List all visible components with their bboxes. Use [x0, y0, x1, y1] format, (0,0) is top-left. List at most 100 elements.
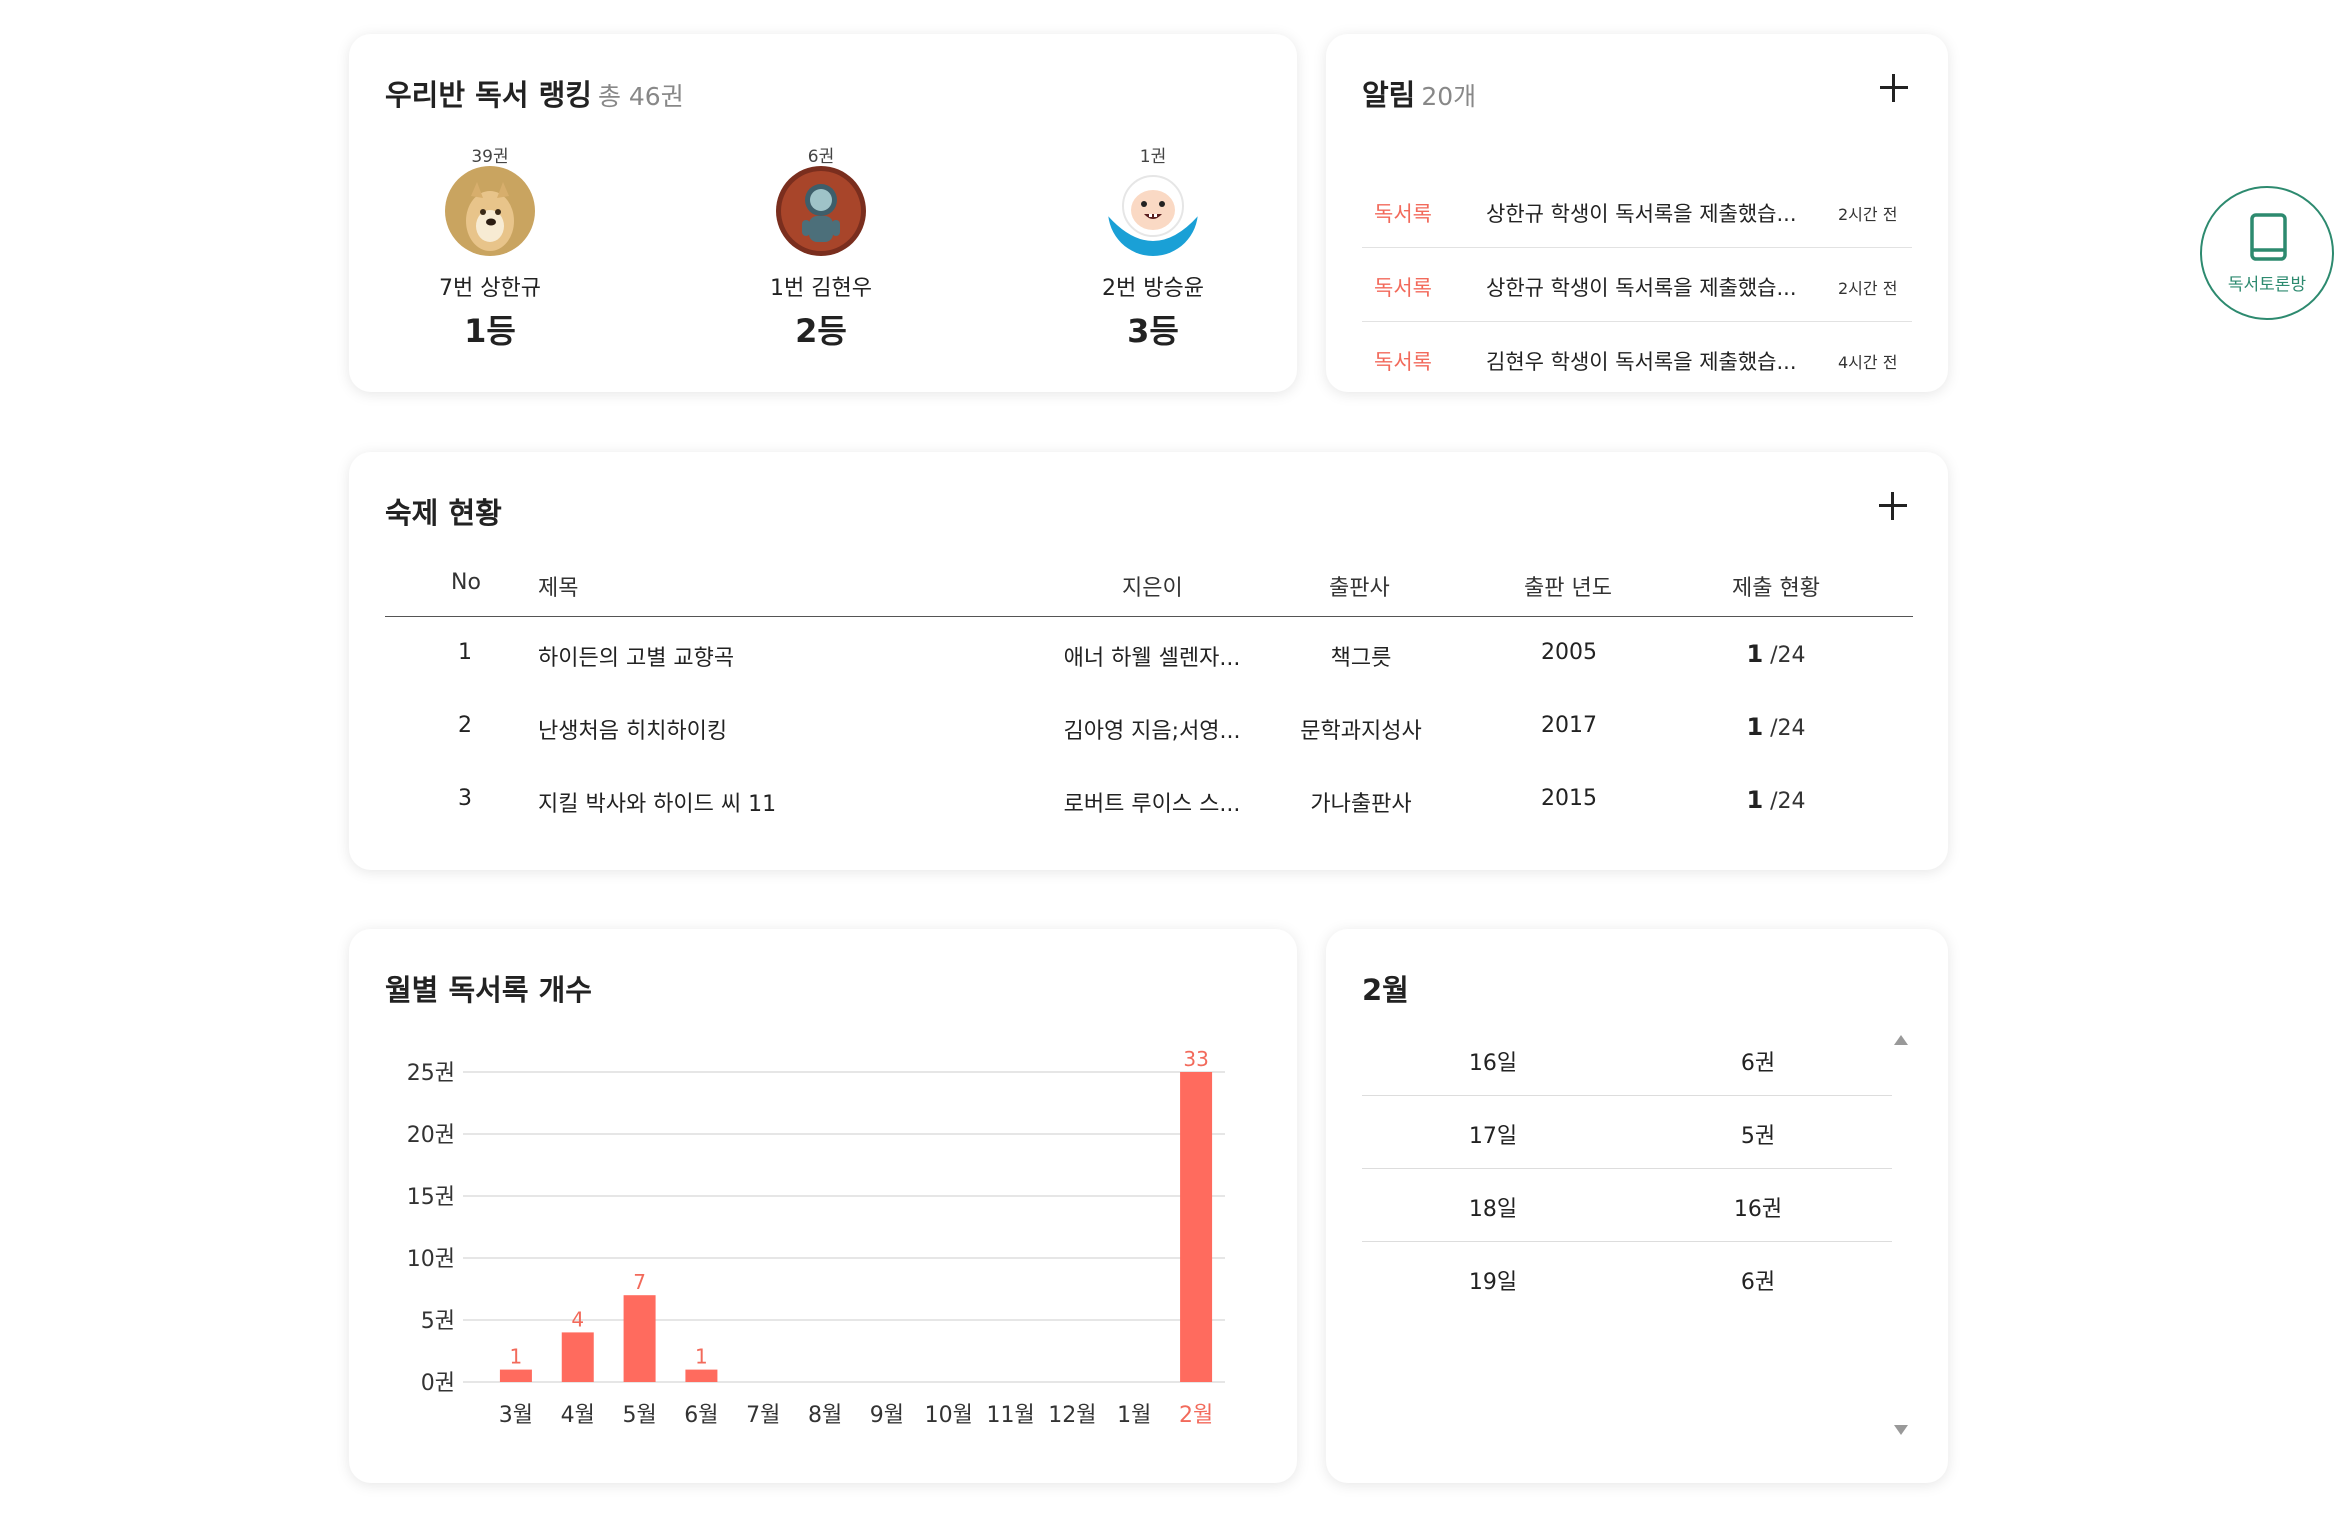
bar-data-label: 4 [571, 1307, 584, 1331]
x-tick-label: 3월 [499, 1403, 533, 1428]
ranking-title: 우리반 독서 랭킹 총 46권 [385, 72, 684, 114]
rank-place: 3등 [1127, 312, 1179, 350]
notifications-card: 알림 20개 독서록 상한규 학생이 독서록을 제출했습... 2시간 전 독서록… [1326, 34, 1948, 392]
day-label: 17일 [1468, 1124, 1518, 1149]
chart-bar [1180, 1072, 1213, 1382]
day-count: 5권 [1740, 1124, 1776, 1149]
x-tick-label: 12월 [1048, 1403, 1096, 1428]
total-count: /24 [1770, 789, 1806, 814]
row-year: 2017 [1541, 713, 1597, 738]
x-tick-label: 5월 [622, 1403, 656, 1428]
row-no: 1 [458, 640, 472, 665]
total-count: /24 [1770, 716, 1806, 741]
x-tick-label: 11월 [986, 1403, 1034, 1428]
list-item: 18일 16권 [1362, 1169, 1892, 1242]
x-tick-label: 4월 [561, 1403, 595, 1428]
astronaut-avatar-icon [776, 166, 866, 256]
scroll-up-arrow-icon[interactable] [1893, 1033, 1909, 1047]
row-author: 로버트 루이스 스... [1063, 792, 1241, 817]
col-header-status: 제출 현황 [1732, 576, 1820, 601]
col-header-author: 지은이 [1122, 576, 1183, 601]
notification-text: 상한규 학생이 독서록을 제출했습... [1486, 276, 1797, 300]
col-header-title: 제목 [538, 576, 579, 601]
notification-text: 김현우 학생이 독서록을 제출했습... [1486, 350, 1797, 374]
notification-time: 2시간 전 [1838, 205, 1898, 224]
y-tick-label: 0권 [421, 1371, 455, 1396]
cartoon-face-avatar-icon [1108, 166, 1198, 256]
bar-data-label: 1 [695, 1345, 708, 1369]
notifications-title: 알림 20개 [1362, 72, 1476, 114]
row-submission: 1 /24 [1746, 713, 1805, 741]
rank-entry-1[interactable]: 39권 7번 상한규 1등 [380, 142, 600, 352]
row-year: 2005 [1541, 640, 1597, 665]
add-notification-button[interactable] [1876, 70, 1912, 106]
row-publisher: 문학과지성사 [1300, 719, 1422, 744]
dog-avatar-icon [445, 166, 535, 256]
chart-bar [623, 1295, 656, 1382]
row-publisher: 가나출판사 [1310, 792, 1412, 817]
notifications-title-text: 알림 [1362, 78, 1416, 112]
row-author: 김아영 지음;서영... [1063, 719, 1241, 744]
notification-item[interactable]: 독서록 김현우 학생이 독서록을 제출했습... 4시간 전 [1362, 322, 1912, 396]
bar-data-label: 7 [633, 1270, 646, 1294]
rank-count: 39권 [471, 147, 509, 167]
day-count: 6권 [1740, 1270, 1776, 1295]
col-header-year: 출판 년도 [1524, 576, 1612, 601]
rank-count: 6권 [807, 147, 835, 167]
scroll-down-arrow-icon[interactable] [1893, 1423, 1909, 1437]
submitted-count: 1 [1746, 786, 1764, 814]
day-count: 6권 [1740, 1051, 1776, 1076]
monthly-bar-chart: 0권 5권 10권 15권 20권 25권 1 3월 4 4월 7 5월 1 6월 7월 8월 9월 10월 11월… [407, 1047, 1225, 1428]
notification-time: 2시간 전 [1838, 279, 1898, 298]
chart-bar [685, 1369, 718, 1382]
rank-place: 1등 [464, 312, 516, 350]
day-label: 16일 [1468, 1051, 1518, 1076]
list-item: 16일 6권 [1362, 1023, 1892, 1096]
notification-item[interactable]: 독서록 상한규 학생이 독서록을 제출했습... 2시간 전 [1362, 248, 1912, 322]
table-row[interactable]: 2 난생처음 히치하이킹 김아영 지음;서영... 문학과지성사 2017 1 … [385, 691, 1913, 764]
homework-title: 숙제 현황 [385, 496, 502, 530]
col-header-publisher: 출판사 [1329, 576, 1390, 601]
table-row[interactable]: 3 지킬 박사와 하이드 씨 11 로버트 루이스 스... 가나출판사 201… [385, 764, 1913, 837]
rank-name: 7번 상한규 [439, 276, 541, 301]
x-tick-label: 6월 [684, 1403, 718, 1428]
day-label: 18일 [1468, 1197, 1518, 1222]
y-tick-label: 15권 [407, 1185, 455, 1210]
rank-entry-3[interactable]: 1권 2번 방승윤 3등 [1043, 142, 1263, 352]
list-item: 19일 6권 [1362, 1242, 1892, 1315]
submitted-count: 1 [1746, 640, 1764, 668]
rank-place: 2등 [795, 312, 847, 350]
add-homework-button[interactable] [1875, 488, 1911, 524]
row-publisher: 책그릇 [1330, 646, 1392, 671]
book-icon [2250, 213, 2287, 261]
rank-name: 1번 김현우 [770, 276, 872, 301]
row-title: 하이든의 고별 교향곡 [538, 646, 735, 671]
notification-item[interactable]: 독서록 상한규 학생이 독서록을 제출했습... 2시간 전 [1362, 174, 1912, 248]
row-author: 애너 하웰 셀렌자... [1063, 646, 1241, 671]
table-row[interactable]: 1 하이든의 고별 교향곡 애너 하웰 셀렌자... 책그릇 2005 1 /2… [385, 618, 1913, 691]
rank-entry-2[interactable]: 6권 1번 김현우 2등 [711, 142, 931, 352]
x-tick-label: 9월 [870, 1403, 904, 1428]
row-submission: 1 /24 [1746, 640, 1805, 668]
y-tick-label: 10권 [407, 1247, 455, 1272]
rank-name: 2번 방승윤 [1102, 276, 1204, 301]
x-tick-label: 10월 [925, 1403, 973, 1428]
monthly-chart-title: 월별 독서록 개수 [385, 973, 592, 1007]
row-no: 3 [458, 786, 472, 811]
bar-data-label: 1 [510, 1345, 523, 1369]
list-item: 17일 5권 [1362, 1096, 1892, 1169]
x-tick-label: 8월 [808, 1403, 842, 1428]
notification-tag: 독서록 [1374, 202, 1432, 226]
notification-tag: 독서록 [1374, 350, 1432, 374]
reading-discussion-button[interactable]: 독서토론방 [2200, 186, 2334, 320]
notification-tag: 독서록 [1374, 276, 1432, 300]
notification-time: 4시간 전 [1838, 353, 1898, 372]
row-year: 2015 [1541, 786, 1597, 811]
ranking-total: 총 46권 [597, 82, 684, 111]
row-no: 2 [458, 713, 472, 738]
table-header-divider [385, 616, 1913, 617]
bar-data-label: 33 [1183, 1047, 1208, 1071]
row-title: 지킬 박사와 하이드 씨 11 [538, 792, 777, 817]
rank-count: 1권 [1139, 147, 1167, 167]
notification-text: 상한규 학생이 독서록을 제출했습... [1486, 202, 1797, 226]
